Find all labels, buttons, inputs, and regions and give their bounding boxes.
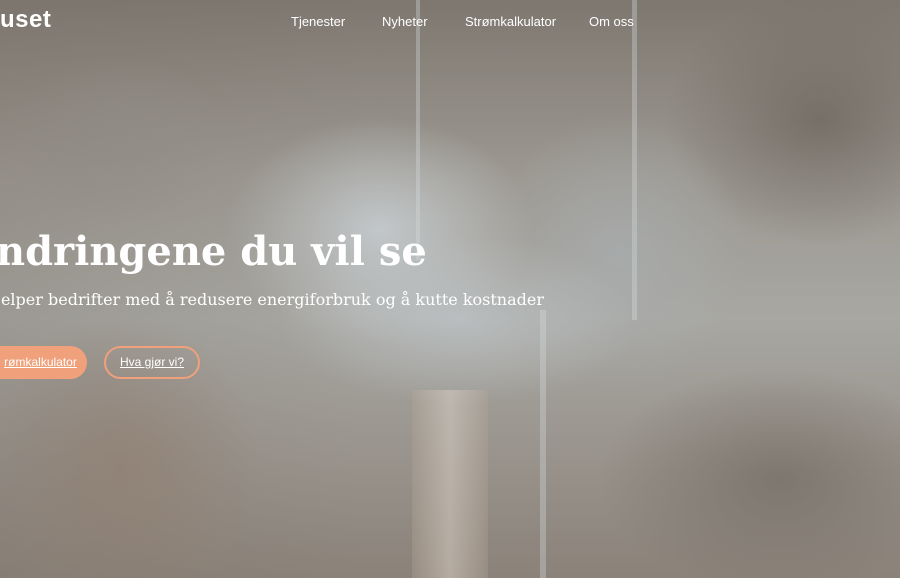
nav-item-stromkalkulator[interactable]: Strømkalkulator [465,14,556,29]
stromkalkulator-button[interactable]: rømkalkulator [0,346,87,379]
main-nav: Tjenester Nyheter Strømkalkulator Om oss [0,14,900,34]
hero-headline: ndringene du vil se [0,228,427,275]
hva-gjor-vi-button[interactable]: Hva gjør vi? [104,346,200,379]
background-overlay [0,0,900,578]
hero-section: uset Tjenester Nyheter Strømkalkulator O… [0,0,900,578]
nav-item-tjenester[interactable]: Tjenester [291,14,345,29]
hero-subheadline: jelper bedrifter med å redusere energifo… [0,290,545,309]
nav-item-nyheter[interactable]: Nyheter [382,14,428,29]
nav-item-om-oss[interactable]: Om oss [589,14,634,29]
